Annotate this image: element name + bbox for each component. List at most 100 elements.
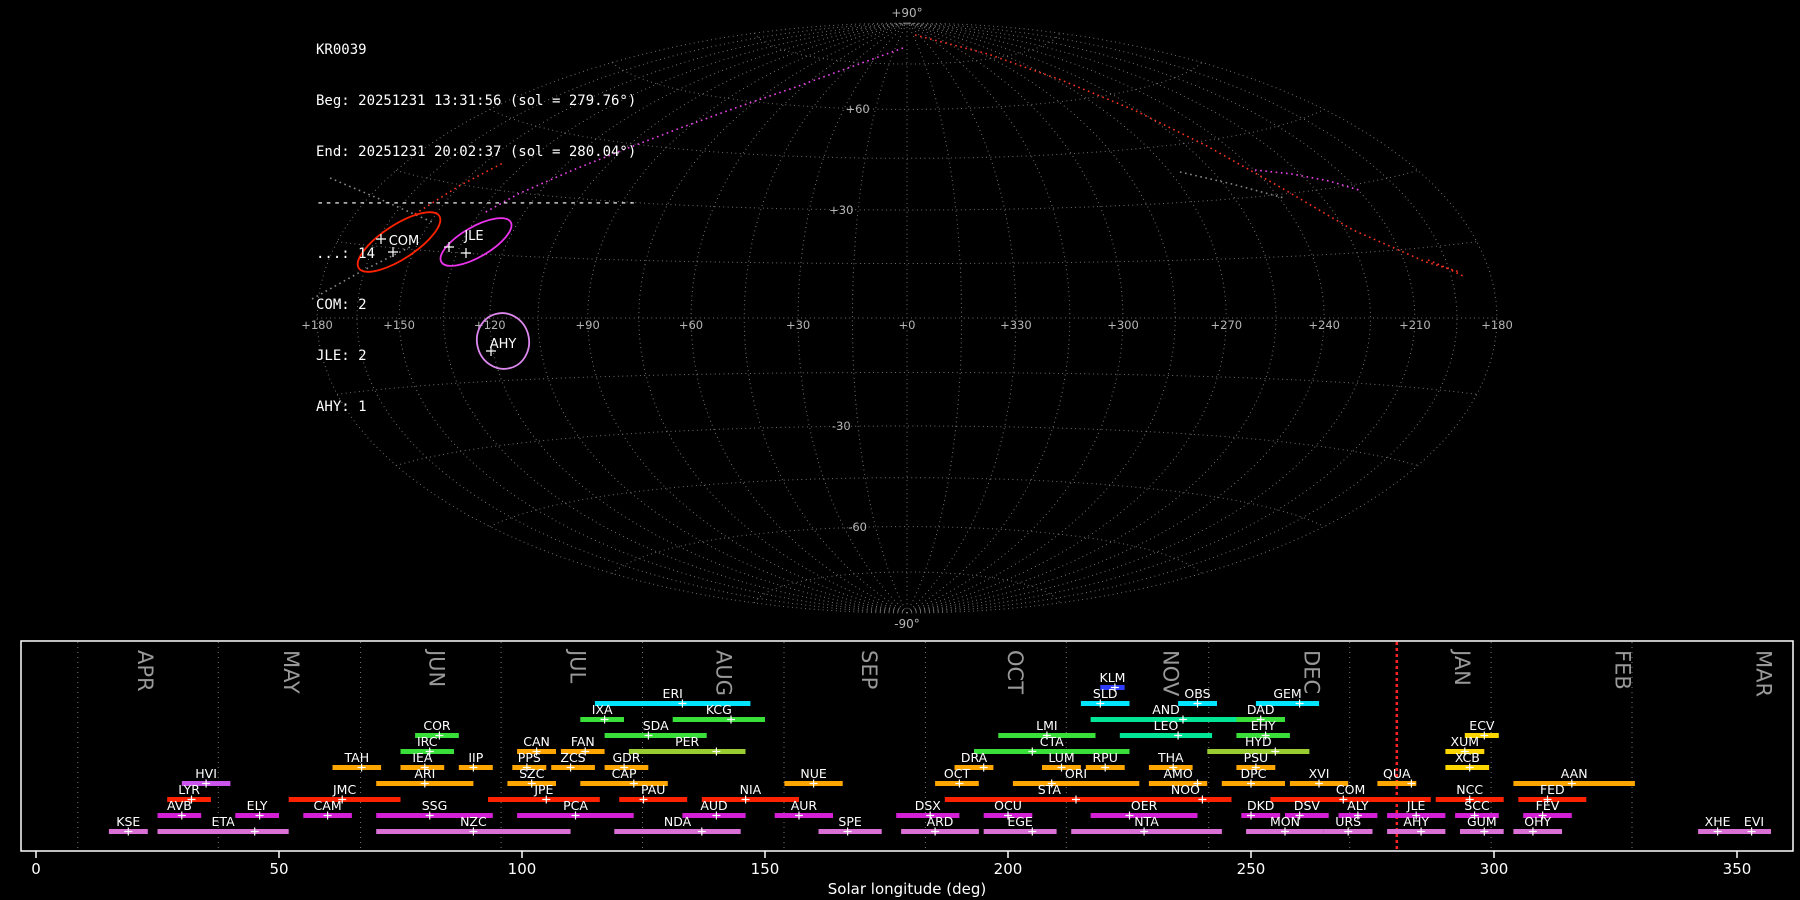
- shower-label-amo: AMO: [1164, 766, 1193, 781]
- shower-label-iip: IIP: [468, 750, 483, 765]
- shower-label-ehy: EHY: [1251, 718, 1276, 733]
- shower-label-ahy: AHY: [1403, 814, 1429, 829]
- x-tick-label: 250: [1237, 860, 1266, 878]
- shower-label-nzc: NZC: [460, 814, 487, 829]
- activity-timeline: APR MAY JUN JUL AUG SEP OCT NOV DEC JAN FEB MAR 0 50 1…: [20, 640, 1794, 898]
- shower-label-per: PER: [675, 734, 699, 749]
- shower-label-kse: KSE: [116, 814, 140, 829]
- lat-label: +60: [845, 102, 869, 116]
- shower-label-xhe: XHE: [1705, 814, 1731, 829]
- shower-label-noo: NOO: [1171, 782, 1200, 797]
- shower-label-dpc: DPC: [1240, 766, 1266, 781]
- shower-bar-sta: [944, 797, 1154, 802]
- map-drift-track-0: [914, 34, 1461, 273]
- lon-label: +60: [679, 318, 703, 332]
- shower-peak-sta: [1072, 795, 1080, 804]
- shower-peak-and: [1179, 715, 1187, 724]
- shower-label-evi: EVI: [1744, 814, 1764, 829]
- shower-label-zcs: ZCS: [560, 750, 585, 765]
- lon-label: +180: [1481, 318, 1513, 332]
- shower-label-eri: ERI: [663, 686, 683, 701]
- shower-label-gdr: GDR: [613, 750, 641, 765]
- shower-label-cam: CAM: [314, 798, 342, 813]
- shower-label-xcb: XCB: [1455, 750, 1480, 765]
- shower-label-cap: CAP: [612, 766, 637, 781]
- map-drift-track-3: [1427, 259, 1464, 277]
- shower-label-aly: ALY: [1347, 798, 1369, 813]
- count-jle: JLE: 2: [316, 348, 367, 364]
- shower-label-iea: IEA: [412, 750, 433, 765]
- shower-peak-hyd: [1271, 747, 1280, 756]
- shower-label-pps: PPS: [518, 750, 541, 765]
- shower-label-aud: AUD: [700, 798, 727, 813]
- lon-label: +0: [899, 318, 916, 332]
- shower-label-sta: STA: [1038, 782, 1062, 797]
- month-label-may: MAY: [279, 650, 303, 694]
- end-time: End: 20251231 20:02:37 (sol = 280.04°): [316, 144, 637, 160]
- count-com: COM: 2: [316, 297, 367, 313]
- shower-label-jmc: JMC: [332, 782, 356, 797]
- shower-bar-leo: [1119, 733, 1213, 738]
- shower-label-sda: SDA: [643, 718, 669, 733]
- shower-label-szc: SZC: [519, 766, 544, 781]
- shower-label-klm: KLM: [1100, 670, 1126, 685]
- shower-label-scc: SCC: [1464, 798, 1490, 813]
- session-info: KR0039 Beg: 20251231 13:31:56 (sol = 279…: [316, 8, 636, 450]
- shower-bar-ori: [1012, 781, 1140, 786]
- shower-label-mon: MON: [1270, 814, 1300, 829]
- shower-label-kcg: KCG: [706, 702, 732, 717]
- shower-label-dsx: DSX: [915, 798, 942, 813]
- shower-label-obs: OBS: [1184, 686, 1210, 701]
- shower-label-psu: PSU: [1244, 750, 1269, 765]
- shower-label-xvi: XVI: [1309, 766, 1330, 781]
- shower-label-ecv: ECV: [1469, 718, 1495, 733]
- shower-label-nue: NUE: [800, 766, 826, 781]
- shower-label-avb: AVB: [167, 798, 192, 813]
- count-ahy: AHY: 1: [316, 399, 367, 415]
- month-label-oct: OCT: [1003, 650, 1027, 694]
- shower-label-and: AND: [1152, 702, 1180, 717]
- shower-label-lum: LUM: [1048, 750, 1074, 765]
- shower-label-tah: TAH: [343, 750, 369, 765]
- shower-label-cor: COR: [423, 718, 451, 733]
- map-drift-track-2: [1254, 169, 1363, 192]
- shower-label-gem: GEM: [1273, 686, 1301, 701]
- shower-bar-eta: [157, 829, 289, 834]
- shower-peak-per: [712, 747, 721, 756]
- lon-label: +330: [1000, 318, 1032, 332]
- lat-label: -60: [848, 520, 867, 534]
- shower-label-hvi: HVI: [195, 766, 217, 781]
- shower-bar-kcg: [672, 717, 765, 722]
- month-label-mar: MAR: [1751, 650, 1775, 697]
- shower-label-nia: NIA: [740, 782, 762, 797]
- lon-label: +300: [1107, 318, 1139, 332]
- lat-label: -30: [832, 419, 851, 433]
- shower-label-jle: JLE: [1406, 798, 1426, 813]
- shower-label-com: COM: [1336, 782, 1365, 797]
- shower-label-nda: NDA: [664, 814, 692, 829]
- lon-label: +30: [786, 318, 810, 332]
- shower-label-fan: FAN: [571, 734, 595, 749]
- x-tick-label: 100: [508, 860, 537, 878]
- shower-peak-cta: [1028, 747, 1037, 756]
- shower-peak-nda: [697, 827, 706, 836]
- lat-label: +30: [829, 203, 853, 217]
- shower-label-eta: ETA: [212, 814, 236, 829]
- pole-label: +90°: [891, 6, 922, 20]
- month-label-dec: DEC: [1300, 650, 1324, 694]
- shower-bar-ahy: [1387, 829, 1446, 834]
- shower-label-dad: DAD: [1247, 702, 1275, 717]
- shower-label-oer: OER: [1131, 798, 1158, 813]
- shower-label-ssg: SSG: [422, 798, 448, 813]
- shower-bar-aur: [774, 813, 833, 818]
- shower-label-leo: LEO: [1154, 718, 1179, 733]
- x-tick-label: 150: [751, 860, 780, 878]
- shower-label-aan: AAN: [1561, 766, 1588, 781]
- x-tick-label: 50: [269, 860, 288, 878]
- shower-label-ori: ORI: [1065, 766, 1087, 781]
- month-label-sep: SEP: [857, 650, 881, 689]
- shower-label-dsv: DSV: [1294, 798, 1321, 813]
- x-tick-label: 200: [994, 860, 1023, 878]
- radiant-map-figure: +180 +150 +120 +90 +60 +30 +0 +330 +300 +270 +240 +…: [0, 0, 1800, 900]
- lon-label: +210: [1399, 318, 1431, 332]
